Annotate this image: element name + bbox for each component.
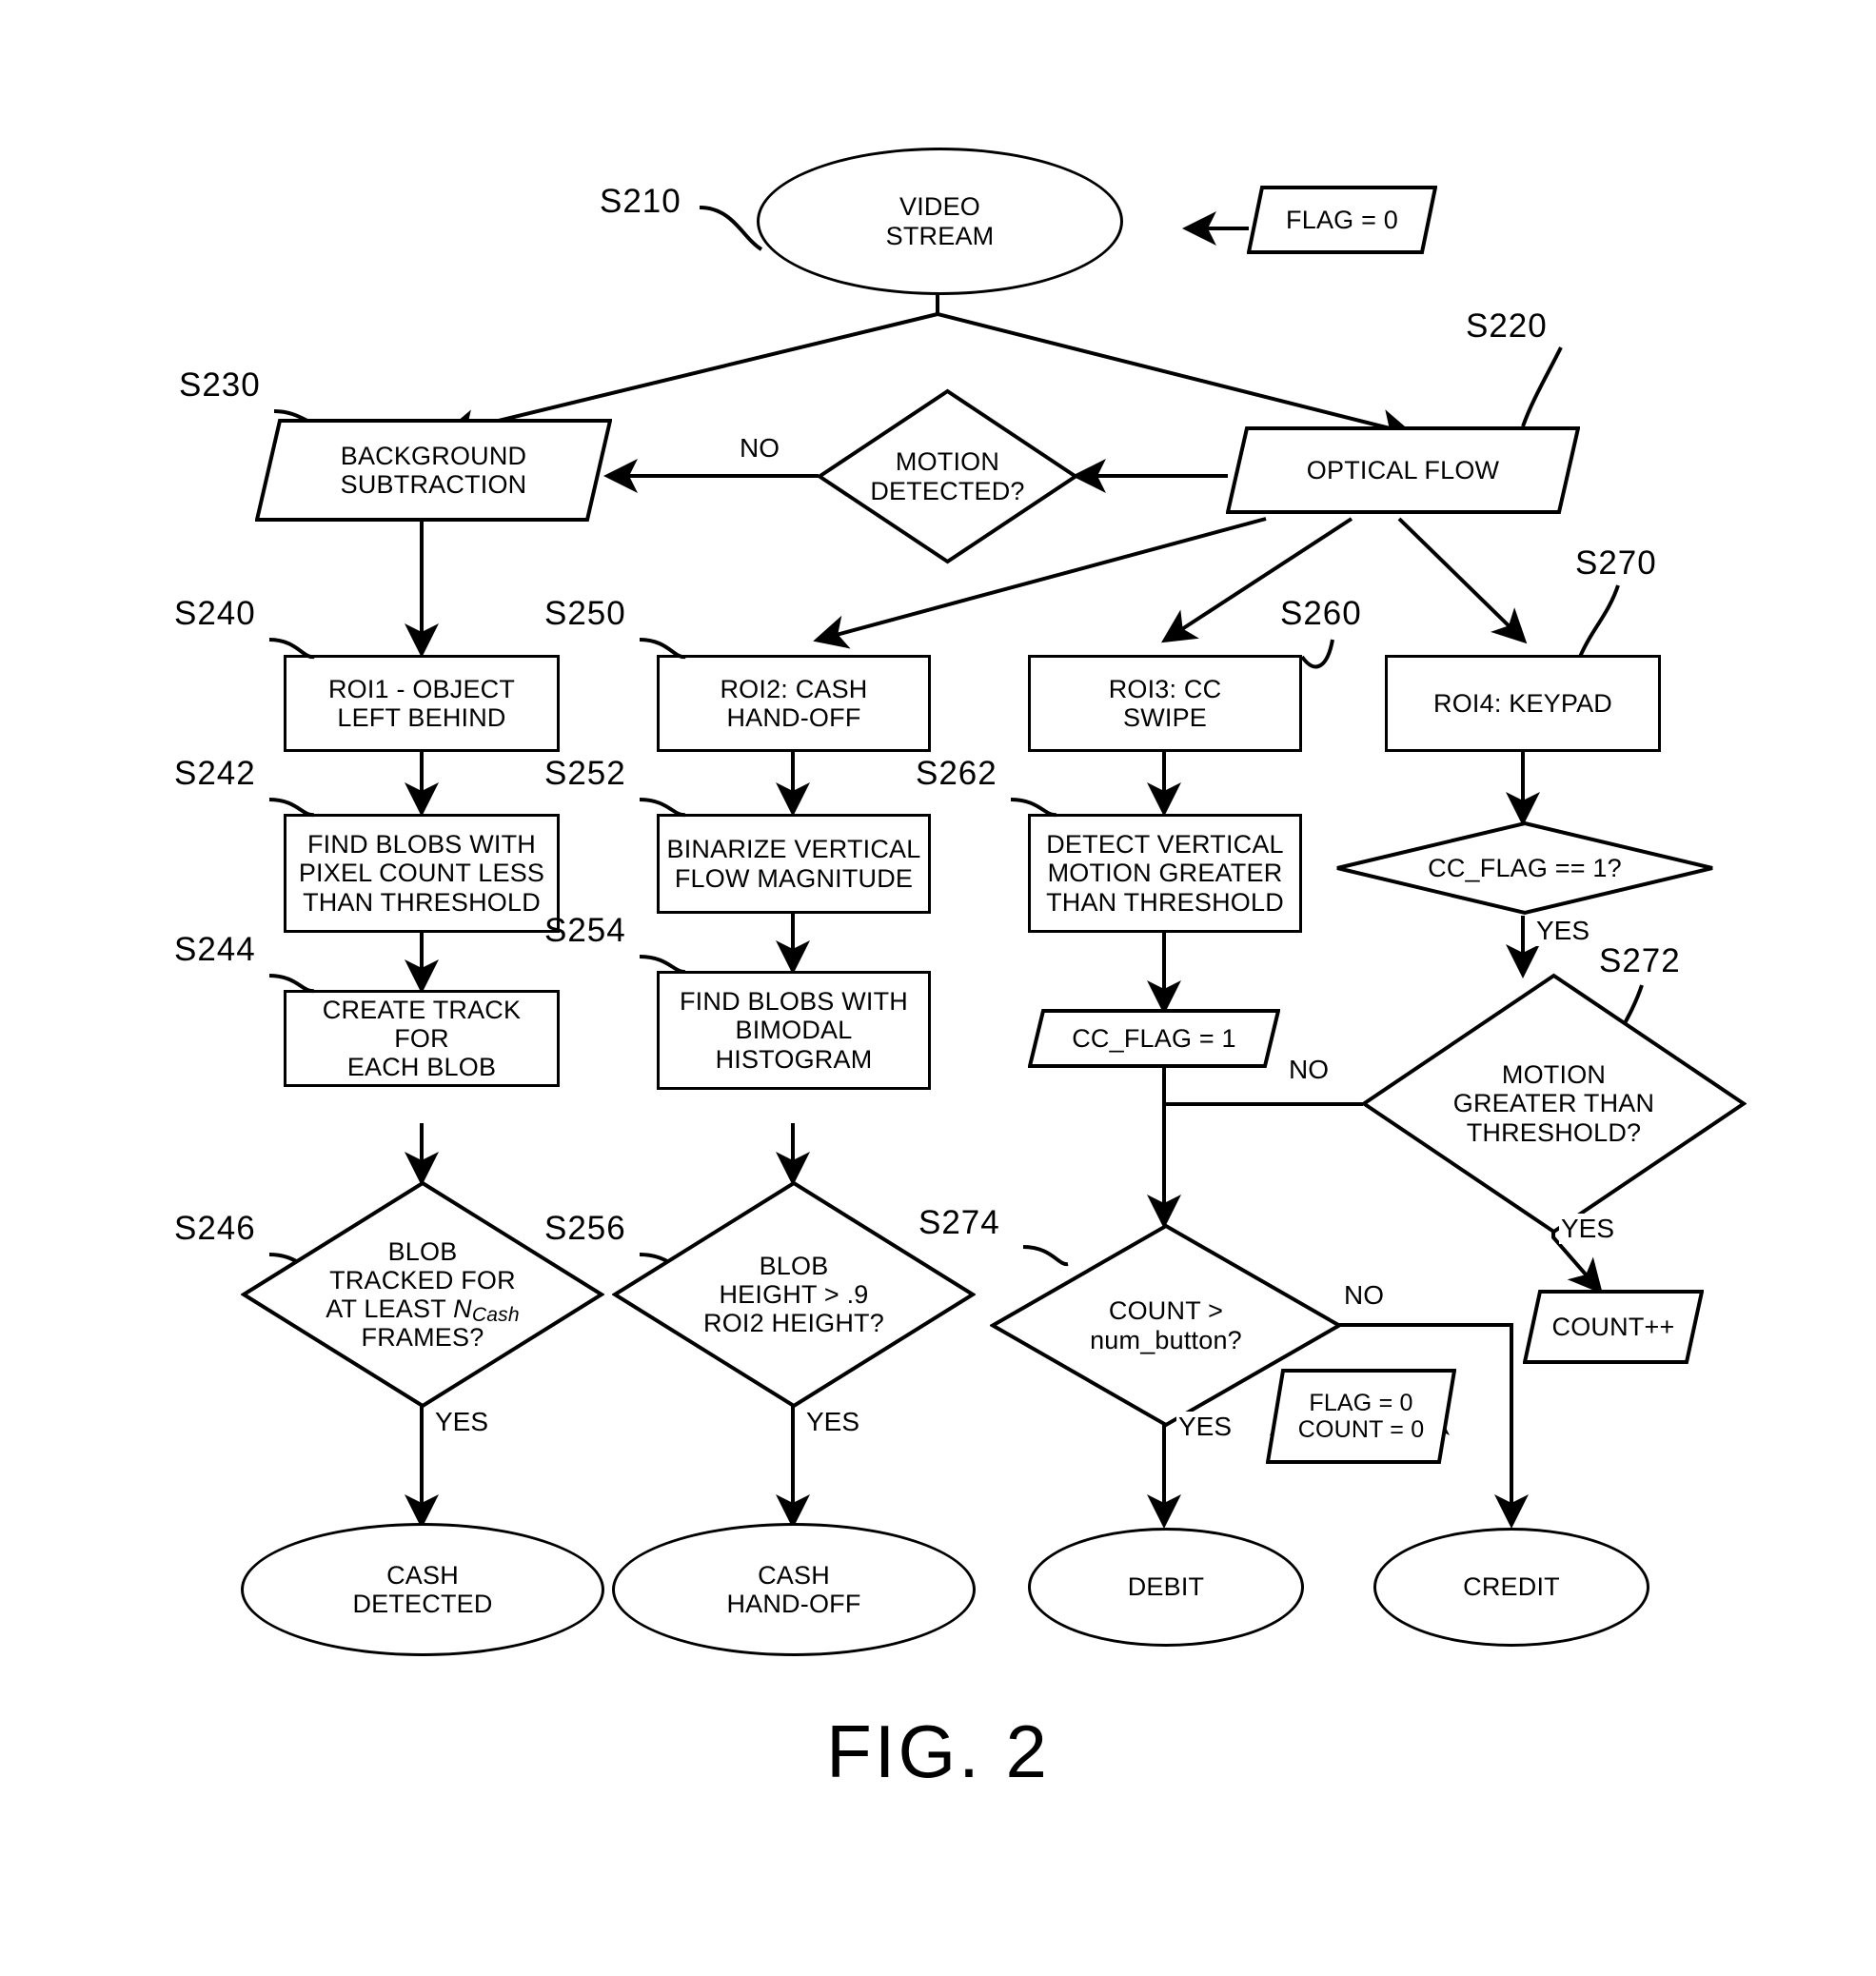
- node-find-blobs-pixel-label: FIND BLOBS WITH PIXEL COUNT LESS THAN TH…: [298, 830, 545, 917]
- node-cc-flag-check[interactable]: CC_FLAG == 1?: [1334, 820, 1715, 916]
- edge-label-motion-threshold-yes: YES: [1559, 1214, 1617, 1244]
- node-cash-handoff[interactable]: CASH HAND-OFF: [612, 1523, 976, 1656]
- node-cc-flag-check-label: CC_FLAG == 1?: [1428, 853, 1622, 882]
- node-debit-label: DEBIT: [1127, 1572, 1205, 1602]
- node-binarize-vertical-label: BINARIZE VERTICAL FLOW MAGNITUDE: [666, 835, 921, 893]
- node-blob-height-label: BLOB HEIGHT > .9 ROI2 HEIGHT?: [703, 1251, 884, 1338]
- edge-label-blob-tracked-yes: YES: [433, 1407, 491, 1437]
- edge-label-count-yes: YES: [1176, 1412, 1234, 1442]
- edge-label-motion-no: NO: [738, 433, 781, 464]
- node-count-check-label: COUNT > num_button?: [1090, 1296, 1242, 1354]
- node-background-subtraction-label: BACKGROUND SUBTRACTION: [340, 441, 527, 499]
- node-roi4-label: ROI4: KEYPAD: [1433, 688, 1612, 718]
- node-flag-count-reset-label: FLAG = 0 COUNT = 0: [1297, 1390, 1425, 1443]
- leader-s220: [1521, 346, 1563, 427]
- node-motion-threshold-label: MOTION GREATER THAN THRESHOLD?: [1452, 1060, 1655, 1147]
- node-find-blobs-pixel[interactable]: FIND BLOBS WITH PIXEL COUNT LESS THAN TH…: [284, 814, 560, 933]
- node-cash-detected-label: CASH DETECTED: [352, 1560, 493, 1618]
- step-label-s272: S272: [1599, 942, 1681, 979]
- blob-tracked-var-subscript: Cash: [471, 1304, 520, 1326]
- flowchart-canvas: VIDEO STREAM FLAG = 0 BACKGROUND SUBTRAC…: [0, 0, 1876, 1976]
- step-label-s254: S254: [544, 912, 626, 949]
- edge-label-cc-flag-yes: YES: [1534, 916, 1592, 946]
- edge-label-blob-height-yes: YES: [804, 1407, 862, 1437]
- node-detect-vertical[interactable]: DETECT VERTICAL MOTION GREATER THAN THRE…: [1028, 814, 1302, 933]
- step-label-s250: S250: [544, 595, 626, 632]
- node-find-blobs-bimodal[interactable]: FIND BLOBS WITH BIMODAL HISTOGRAM: [657, 971, 931, 1090]
- step-label-s220: S220: [1466, 307, 1548, 345]
- node-find-blobs-bimodal-label: FIND BLOBS WITH BIMODAL HISTOGRAM: [679, 987, 908, 1074]
- blob-tracked-line1: BLOB: [387, 1236, 458, 1266]
- node-cash-detected[interactable]: CASH DETECTED: [241, 1523, 604, 1656]
- blob-tracked-line3-pre: AT LEAST: [326, 1294, 454, 1323]
- node-count-increment[interactable]: COUNT++: [1523, 1290, 1704, 1364]
- leader-s260: [1300, 639, 1334, 669]
- node-debit[interactable]: DEBIT: [1028, 1528, 1304, 1647]
- node-roi2[interactable]: ROI2: CASH HAND-OFF: [657, 655, 931, 752]
- node-optical-flow-label: OPTICAL FLOW: [1306, 455, 1500, 484]
- leader-s262: [1010, 798, 1057, 818]
- node-flag-count-reset[interactable]: FLAG = 0 COUNT = 0: [1266, 1369, 1456, 1464]
- node-optical-flow[interactable]: OPTICAL FLOW: [1226, 426, 1580, 514]
- node-cc-flag-set[interactable]: CC_FLAG = 1: [1028, 1009, 1280, 1068]
- node-roi3-label: ROI3: CC SWIPE: [1108, 674, 1222, 732]
- blob-tracked-variable: NCash: [453, 1294, 520, 1326]
- step-label-s210: S210: [600, 183, 681, 220]
- node-roi1[interactable]: ROI1 - OBJECT LEFT BEHIND: [284, 655, 560, 752]
- node-blob-tracked-label: BLOB TRACKED FOR AT LEAST NCash FRAMES?: [320, 1237, 525, 1353]
- leader-s244: [268, 974, 315, 994]
- node-flag-zero-label: FLAG = 0: [1286, 205, 1398, 234]
- step-label-s242: S242: [174, 755, 256, 792]
- step-label-s252: S252: [544, 755, 626, 792]
- node-credit[interactable]: CREDIT: [1373, 1528, 1649, 1647]
- node-count-increment-label: COUNT++: [1551, 1312, 1675, 1341]
- node-credit-label: CREDIT: [1463, 1572, 1560, 1602]
- node-roi2-label: ROI2: CASH HAND-OFF: [720, 674, 868, 732]
- node-roi1-label: ROI1 - OBJECT LEFT BEHIND: [327, 674, 516, 732]
- node-create-track-label: CREATE TRACK FOR EACH BLOB: [322, 995, 522, 1082]
- node-roi3[interactable]: ROI3: CC SWIPE: [1028, 655, 1302, 752]
- edge-label-count-no: NO: [1342, 1280, 1386, 1311]
- step-label-s260: S260: [1280, 595, 1362, 632]
- step-label-s274: S274: [918, 1204, 1000, 1241]
- node-detect-vertical-label: DETECT VERTICAL MOTION GREATER THAN THRE…: [1046, 830, 1284, 917]
- edge-optical-to-roi4: [1397, 517, 1528, 644]
- node-roi4[interactable]: ROI4: KEYPAD: [1385, 655, 1661, 752]
- step-label-s246: S246: [174, 1210, 256, 1247]
- step-label-s262: S262: [916, 755, 997, 792]
- node-video-stream-label: VIDEO STREAM: [885, 192, 995, 250]
- node-cash-handoff-label: CASH HAND-OFF: [726, 1560, 861, 1618]
- node-video-stream[interactable]: VIDEO STREAM: [757, 148, 1123, 295]
- step-label-s244: S244: [174, 931, 256, 968]
- node-binarize-vertical[interactable]: BINARIZE VERTICAL FLOW MAGNITUDE: [657, 814, 931, 914]
- step-label-s256: S256: [544, 1210, 626, 1247]
- blob-tracked-line4: FRAMES?: [361, 1323, 484, 1353]
- figure-caption: FIG. 2: [826, 1709, 1050, 1793]
- blob-tracked-line2: TRACKED FOR: [329, 1265, 516, 1294]
- step-label-s240: S240: [174, 595, 256, 632]
- leader-s270: [1578, 584, 1620, 658]
- step-label-s230: S230: [179, 366, 261, 404]
- blob-tracked-var-letter: N: [453, 1294, 472, 1323]
- leader-s254: [639, 955, 686, 974]
- leader-s242: [268, 798, 315, 818]
- edge-label-cc-flag-no: NO: [1287, 1055, 1331, 1085]
- node-cc-flag-set-label: CC_FLAG = 1: [1072, 1023, 1236, 1053]
- leader-s252: [639, 798, 686, 818]
- node-motion-threshold[interactable]: MOTION GREATER THAN THRESHOLD?: [1361, 973, 1747, 1235]
- node-background-subtraction[interactable]: BACKGROUND SUBTRACTION: [255, 419, 612, 522]
- node-motion-detected-label: MOTION DETECTED?: [870, 447, 1025, 505]
- leader-s210: [699, 206, 763, 251]
- step-label-s270: S270: [1575, 544, 1657, 582]
- node-flag-zero[interactable]: FLAG = 0: [1247, 186, 1437, 254]
- node-motion-detected[interactable]: MOTION DETECTED?: [817, 388, 1078, 564]
- node-create-track[interactable]: CREATE TRACK FOR EACH BLOB: [284, 990, 560, 1087]
